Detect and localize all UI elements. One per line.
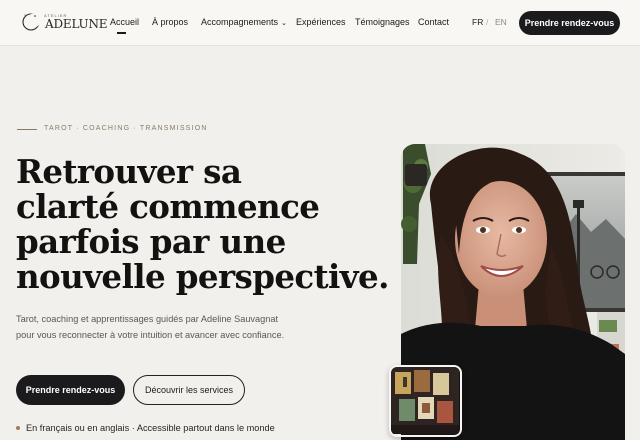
headline-line: Retrouver sa xyxy=(16,152,242,191)
nav-item-experiences[interactable]: Expériences xyxy=(296,17,346,27)
nav-item-a-propos[interactable]: À propos xyxy=(152,17,188,27)
nav-item-accueil[interactable]: Accueil xyxy=(110,17,139,27)
crescent-moon-icon xyxy=(22,13,41,31)
nav-item-accompagnements[interactable]: Accompagnements ⌄ xyxy=(201,17,287,27)
hero-booking-button[interactable]: Prendre rendez-vous xyxy=(16,375,125,405)
nav-item-contact[interactable]: Contact xyxy=(418,17,449,27)
tarot-cards-thumbnail xyxy=(389,365,462,437)
lang-fr[interactable]: FR xyxy=(472,17,483,27)
headline-line: clarté commence xyxy=(16,187,320,226)
logo-wordmark: ADELUNE xyxy=(45,17,108,31)
bullet-dot-icon xyxy=(16,425,20,430)
chevron-down-icon: ⌄ xyxy=(281,20,287,27)
language-availability-note: En français ou en anglais · Accessible p… xyxy=(16,423,275,433)
hero-headline: Retrouver sa clarté commence parfois par… xyxy=(16,152,389,296)
lang-en[interactable]: EN xyxy=(495,17,507,27)
nav-item-temoignages[interactable]: Témoignages xyxy=(355,17,410,27)
eyebrow-line xyxy=(17,129,37,130)
nav-active-indicator xyxy=(117,32,126,34)
hero-eyebrow: TAROT · COACHING · TRANSMISSION xyxy=(44,125,208,132)
nav-item-accompagnements-label: Accompagnements xyxy=(201,17,279,27)
top-navigation: ATELIER ADELUNE Accueil À propos Accompa… xyxy=(0,0,640,46)
lang-separator: / xyxy=(486,17,489,27)
headline-line: nouvelle perspective. xyxy=(16,257,389,296)
nav-booking-button[interactable]: Prendre rendez-vous xyxy=(519,11,620,35)
headline-line: parfois par une xyxy=(16,222,286,261)
hero-subtitle: Tarot, coaching et apprentissages guidés… xyxy=(16,314,285,340)
note-text: En français ou en anglais · Accessible p… xyxy=(26,423,275,433)
brand-logo[interactable]: ATELIER ADELUNE xyxy=(21,11,108,33)
discover-services-button[interactable]: Découvrir les services xyxy=(133,375,245,405)
